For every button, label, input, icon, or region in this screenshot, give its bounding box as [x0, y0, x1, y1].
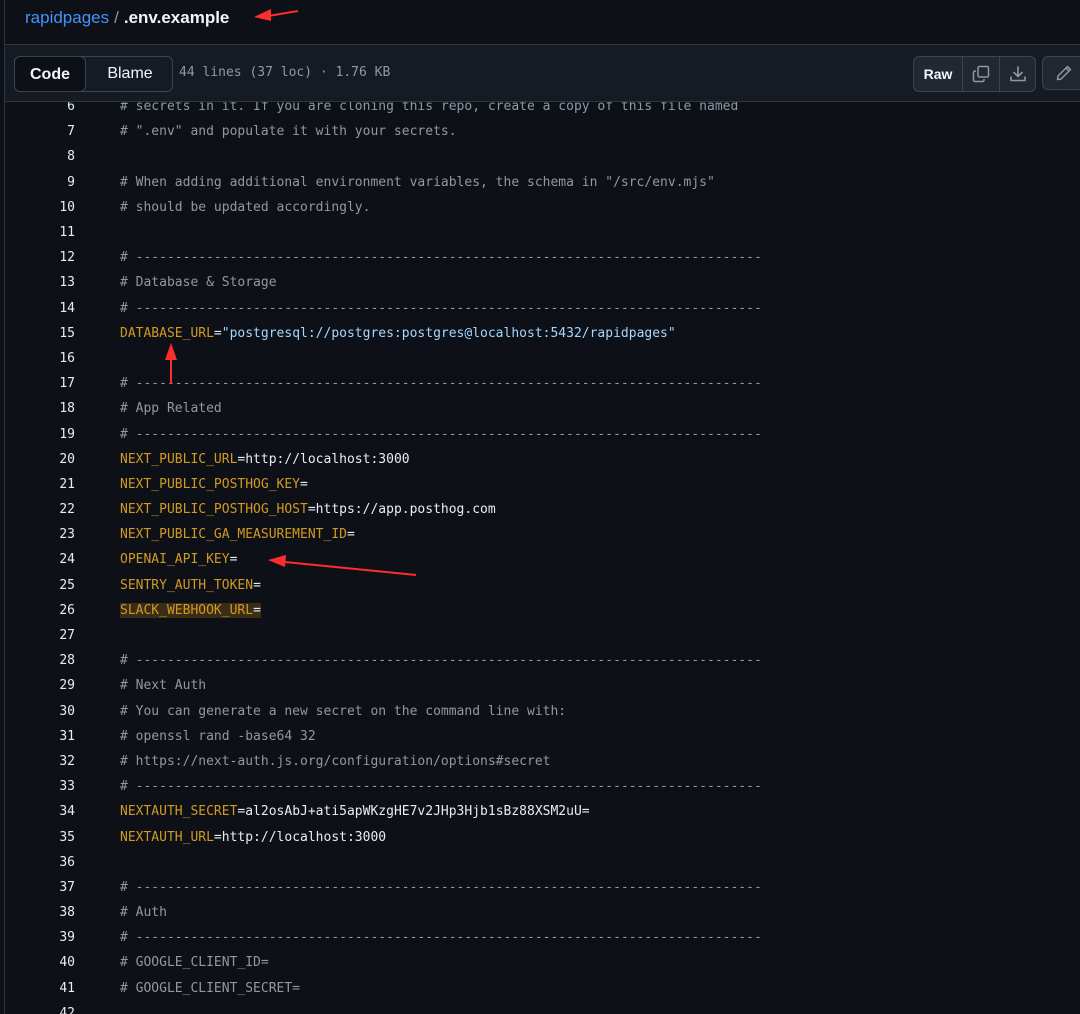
annotation-arrow-openai-key	[268, 555, 417, 576]
